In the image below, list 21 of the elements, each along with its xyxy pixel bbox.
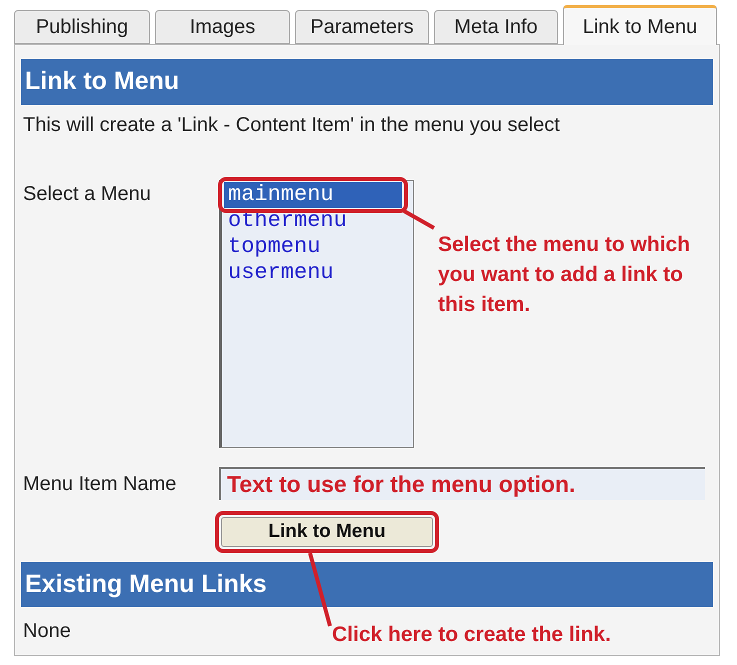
section-header: Link to Menu: [21, 59, 713, 105]
list-option[interactable]: usermenu: [224, 260, 402, 286]
description-text: This will create a 'Link - Content Item' in the menu you select: [22, 113, 561, 137]
leader-line: [403, 209, 435, 230]
list-option[interactable]: topmenu: [224, 234, 402, 260]
tab[interactable]: Meta Info: [434, 10, 558, 44]
section-header: Existing Menu Links: [21, 562, 713, 607]
tab[interactable]: Link to Menu: [563, 5, 717, 45]
menu-listbox[interactable]: mainmenu othermenu topmenu usermenu: [219, 180, 414, 448]
field-label: Select a Menu: [23, 182, 152, 207]
list-option[interactable]: mainmenu: [224, 182, 402, 208]
field-label: Menu Item Name: [23, 472, 178, 496]
tab[interactable]: Parameters: [295, 10, 429, 44]
tab[interactable]: Publishing: [14, 10, 150, 44]
link-to-menu-button[interactable]: Link to Menu: [221, 517, 433, 547]
tab[interactable]: Images: [155, 10, 290, 44]
annotation-text: Select the menu to which you want to add a link to this item.: [438, 232, 692, 318]
annotation-text: Click here to create the link.: [332, 622, 611, 648]
list-option[interactable]: othermenu: [224, 208, 402, 234]
menu-item-name-field[interactable]: Text to use for the menu option.: [219, 467, 705, 500]
empty-text: None: [23, 620, 71, 642]
